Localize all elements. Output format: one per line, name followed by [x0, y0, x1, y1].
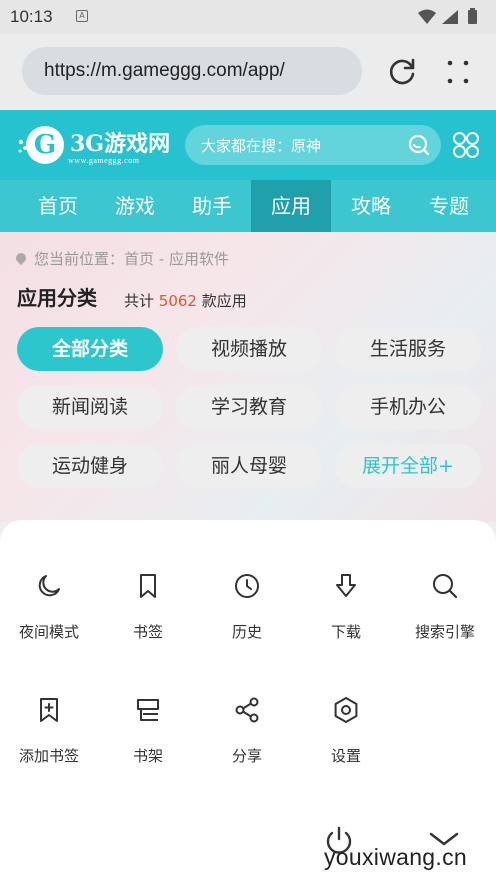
battery-icon	[468, 10, 477, 24]
browser-menu-sheet: 夜间模式 书签 历史 下载 搜索引擎 添加书签 书架 分享 设置	[0, 520, 496, 881]
site-search-placeholder: 大家都在搜：原神	[201, 137, 322, 155]
menu-item-add-bookmark[interactable]: 添加书签	[0, 696, 98, 766]
menu-item-bookmarks[interactable]: 书签	[99, 572, 197, 642]
download-icon	[336, 574, 356, 597]
category-section: 您当前位置：首页 - 应用软件 应用分类 共计 5062 款应用 全部分类 视频…	[0, 232, 496, 522]
category-all[interactable]: 全部分类	[17, 327, 163, 371]
menu-label: 夜间模式	[18, 623, 79, 641]
tab-games[interactable]: 游戏	[95, 180, 175, 232]
refresh-icon[interactable]	[386, 56, 418, 88]
site-search-box[interactable]: 大家都在搜：原神	[185, 125, 441, 165]
category-life[interactable]: 生活服务	[335, 327, 481, 371]
logo-g-icon: G	[26, 126, 64, 164]
notification-a-icon: A	[76, 10, 88, 22]
browser-toolbar: https://m.gameggg.com/app/	[0, 34, 496, 110]
section-title: 应用分类	[17, 282, 115, 313]
category-education[interactable]: 学习教育	[176, 385, 322, 429]
grid-menu-icon[interactable]	[452, 131, 480, 159]
settings-icon	[334, 697, 358, 723]
add-bookmark-icon	[40, 698, 58, 722]
tab-guides[interactable]: 攻略	[331, 180, 411, 232]
tab-apps[interactable]: 应用	[251, 180, 331, 232]
section-title-text: 应用分类	[17, 286, 97, 310]
menu-label: 下载	[330, 623, 361, 641]
count-prefix: 共计	[124, 292, 155, 310]
menu-label: 书架	[132, 747, 163, 765]
url-text: https://m.gameggg.com/app/	[44, 60, 285, 81]
signal-icon	[442, 10, 458, 24]
site-header: G 3G游戏网 www.gameggg.com 大家都在搜：原神	[0, 110, 496, 180]
count-value: 5062	[158, 292, 197, 310]
bookshelf-icon	[137, 699, 159, 721]
status-time: 10:13	[10, 7, 53, 26]
tab-topics[interactable]: 专题	[409, 180, 489, 232]
wifi-icon	[418, 9, 436, 24]
location-pin-icon	[13, 250, 29, 266]
menu-label: 书签	[132, 623, 163, 641]
menu-label: 设置	[330, 747, 361, 765]
bookmark-icon	[140, 574, 156, 598]
more-dots-icon[interactable]	[442, 56, 474, 88]
search-icon	[433, 574, 458, 599]
category-video[interactable]: 视频播放	[176, 327, 322, 371]
breadcrumb-text: 您当前位置：首页 - 应用软件	[34, 250, 229, 268]
menu-item-downloads[interactable]: 下载	[297, 572, 395, 642]
tab-home[interactable]: 首页	[18, 180, 98, 232]
app-count: 共计 5062 款应用	[124, 290, 247, 311]
status-bar: 10:13 A	[0, 0, 496, 34]
site-nav: 首页 游戏 助手 应用 攻略 专题	[0, 180, 496, 232]
url-field[interactable]: https://m.gameggg.com/app/	[22, 47, 362, 95]
category-fitness[interactable]: 运动健身	[17, 444, 163, 488]
tab-assistant[interactable]: 助手	[172, 180, 252, 232]
menu-label: 搜索引擎	[414, 623, 475, 641]
site-logo[interactable]: G 3G游戏网 www.gameggg.com	[18, 124, 178, 168]
logo-name: 3G游戏网	[70, 131, 171, 157]
category-beauty-baby[interactable]: 丽人母婴	[176, 444, 322, 488]
menu-label: 分享	[231, 747, 262, 765]
menu-label: 历史	[231, 623, 262, 641]
menu-label: 添加书签	[18, 747, 79, 765]
menu-item-history[interactable]: 历史	[198, 572, 296, 642]
menu-item-bookshelf[interactable]: 书架	[99, 696, 197, 766]
menu-item-settings[interactable]: 设置	[297, 696, 395, 766]
count-suffix: 款应用	[201, 292, 247, 310]
category-office[interactable]: 手机办公	[335, 385, 481, 429]
site-search-icon[interactable]	[407, 133, 431, 157]
menu-item-share[interactable]: 分享	[198, 696, 296, 766]
system-status-icons	[418, 8, 477, 24]
watermark: youxiwang.cn	[324, 844, 467, 870]
logo-sub: www.gameggg.com	[68, 156, 140, 165]
category-expand-all[interactable]: 展开全部+	[335, 444, 481, 488]
menu-item-night-mode[interactable]: 夜间模式	[0, 572, 98, 642]
breadcrumb: 您当前位置：首页 - 应用软件	[13, 248, 229, 269]
clock-icon	[235, 574, 259, 598]
share-icon	[235, 697, 259, 723]
category-news[interactable]: 新闻阅读	[17, 385, 163, 429]
menu-item-search-engine[interactable]: 搜索引擎	[396, 572, 494, 642]
moon-icon	[38, 575, 60, 597]
